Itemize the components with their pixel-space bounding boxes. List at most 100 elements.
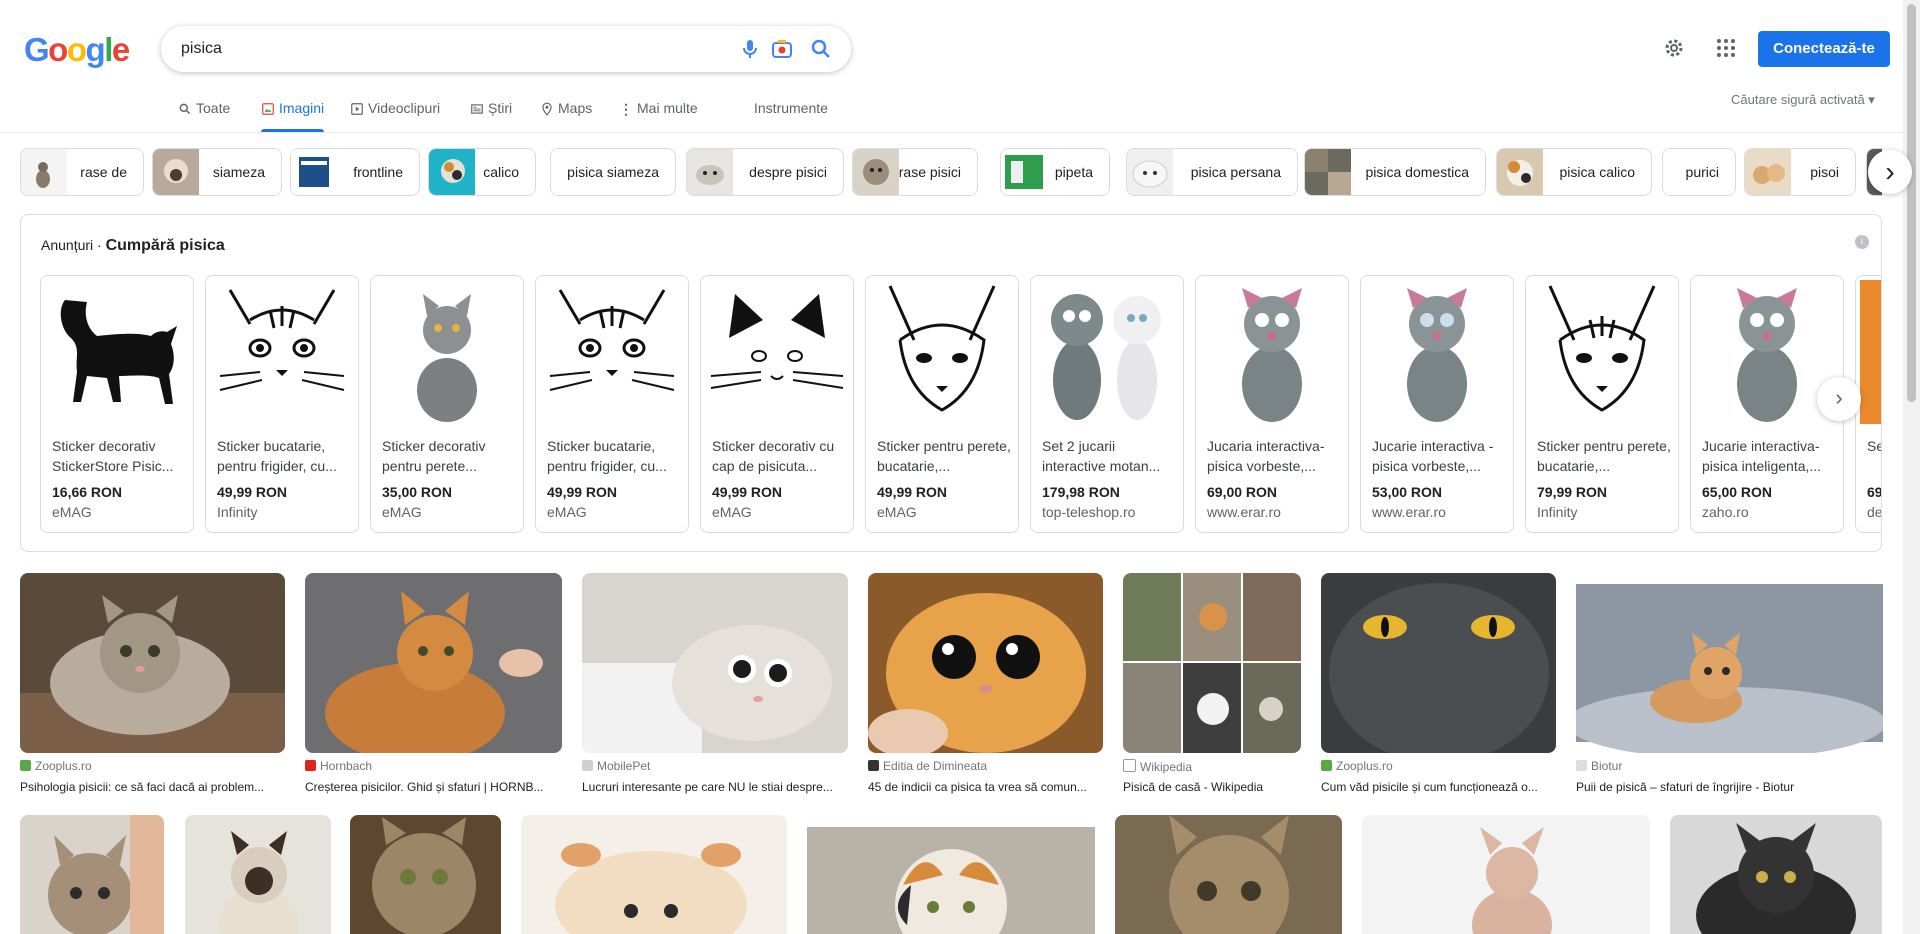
product-card[interactable]: Sticker bucatarie, pentru frigider, cu..… <box>535 275 689 533</box>
search-box[interactable]: pisica <box>161 26 851 72</box>
chip[interactable]: pisica domestica <box>1304 148 1486 196</box>
result-caption[interactable]: Psihologia pisicii: ce să faci dacă ai p… <box>20 780 285 794</box>
chip[interactable]: pisica calico <box>1496 148 1652 196</box>
chip[interactable]: pisoi <box>1744 148 1856 196</box>
product-card[interactable]: Sticker pentru perete, bucatarie,... 49,… <box>865 275 1019 533</box>
product-image <box>870 280 1014 424</box>
result-image <box>305 573 562 753</box>
chip[interactable]: pisica persana <box>1126 148 1298 196</box>
chip[interactable]: purici <box>1662 148 1736 196</box>
apps-grid-icon[interactable] <box>1714 36 1738 60</box>
result-caption[interactable]: Pisică de casă - Wikipedia <box>1123 780 1301 794</box>
tab-maps[interactable]: Maps <box>540 96 592 132</box>
product-price: 69 <box>1867 484 1882 500</box>
product-store: top-teleshop.ro <box>1042 504 1136 520</box>
gear-icon[interactable] <box>1662 36 1686 60</box>
result-caption[interactable]: Cum văd pisicile și cum funcționează o..… <box>1321 780 1556 794</box>
product-card[interactable]: Sticker bucatarie, pentru frigider, cu..… <box>205 275 359 533</box>
microphone-icon[interactable] <box>738 37 762 61</box>
favicon-icon <box>868 760 879 771</box>
product-title: Jucaria interactiva- pisica vorbeste,... <box>1207 438 1325 474</box>
search-input[interactable]: pisica <box>181 26 222 72</box>
tab-videos[interactable]: Videoclipuri <box>350 96 440 132</box>
product-card[interactable]: Sticker decorativ StickerStore Pisic... … <box>40 275 194 533</box>
image-result[interactable] <box>20 815 164 934</box>
chip-thumbnail <box>1745 149 1791 195</box>
ads-next-button[interactable]: › <box>1817 377 1861 421</box>
product-card[interactable]: Sticker decorativ pentru perete... 35,00… <box>370 275 524 533</box>
chip[interactable]: siameza <box>152 148 282 196</box>
result-source[interactable]: Editia de Dimineata <box>868 759 987 773</box>
result-source[interactable]: Zooplus.ro <box>1321 759 1393 773</box>
product-title: Jucarie interactiva- pisica inteligenta,… <box>1702 438 1822 474</box>
product-title: Sticker decorativ pentru perete... <box>382 438 486 474</box>
chip-label: rase pisici <box>898 164 961 180</box>
product-title: Jucarie interactiva - pisica vorbeste,..… <box>1372 438 1494 474</box>
chip[interactable]: pisica siameza <box>550 148 676 196</box>
tab-all[interactable]: Toate <box>178 96 230 132</box>
product-card[interactable]: Set 2 jucarii interactive motan... 179,9… <box>1030 275 1184 533</box>
chip[interactable]: pipeta <box>1000 148 1110 196</box>
product-image <box>1860 280 1881 424</box>
product-title: Se nu... <box>1867 438 1881 454</box>
product-price: 35,00 RON <box>382 484 453 500</box>
chip-label: calico <box>483 164 519 180</box>
product-card[interactable]: Jucarie interactiva - pisica vorbeste,..… <box>1360 275 1514 533</box>
result-source[interactable]: Wikipedia <box>1123 759 1192 774</box>
product-card[interactable]: Sticker pentru perete, bucatarie,... 79,… <box>1525 275 1679 533</box>
product-price: 65,00 RON <box>1702 484 1773 500</box>
chip[interactable]: rase de <box>20 148 144 196</box>
chip-label: purici <box>1685 164 1719 180</box>
ads-header: Anunțuri · Cumpără pisica <box>41 237 225 255</box>
tab-tools[interactable]: Instrumente <box>754 96 828 132</box>
image-result[interactable] <box>521 815 787 934</box>
safe-search-status[interactable]: Căutare sigură activată ▾ <box>1731 92 1875 108</box>
chip-label: pisica persana <box>1190 164 1281 180</box>
chip-thumbnail <box>1127 149 1173 195</box>
image-result[interactable] <box>350 815 501 934</box>
result-source[interactable]: MobilePet <box>582 759 650 773</box>
chip-label: pipeta <box>1054 164 1093 180</box>
chip[interactable]: despre pisici <box>686 148 844 196</box>
image-result[interactable] <box>807 815 1095 934</box>
product-title: Sticker decorativ cu cap de pisicuta... <box>712 438 835 474</box>
page-scrollbar[interactable] <box>1903 0 1920 934</box>
result-caption[interactable]: 45 de indicii ca pisica ta vrea să comun… <box>868 780 1103 794</box>
search-icon[interactable] <box>809 37 833 61</box>
product-card[interactable]: Sticker decorativ cu cap de pisicuta... … <box>700 275 854 533</box>
result-source[interactable]: Zooplus.ro <box>20 759 92 773</box>
tab-label: Maps <box>558 100 593 116</box>
result-caption[interactable]: Creșterea pisicilor. Ghid și sfaturi | H… <box>305 780 562 794</box>
search-icon <box>179 103 191 115</box>
result-caption[interactable]: Puii de pisică – sfaturi de îngrijire - … <box>1576 780 1883 794</box>
video-icon <box>351 103 363 116</box>
result-image <box>582 573 848 753</box>
chip[interactable]: rase pisici <box>852 148 978 196</box>
signin-button[interactable]: Conectează-te <box>1758 31 1890 67</box>
chip[interactable]: frontline <box>290 148 420 196</box>
tab-more[interactable]: ⋮ Mai multe <box>619 96 698 132</box>
tab-label: Toate <box>196 100 231 116</box>
result-source[interactable]: Biotur <box>1576 759 1622 773</box>
chips-next-button[interactable]: › <box>1868 150 1912 194</box>
result-source[interactable]: Hornbach <box>305 759 372 773</box>
chevron-right-icon: › <box>1885 156 1895 187</box>
camera-lens-icon[interactable] <box>770 37 794 61</box>
tab-images[interactable]: Imagini <box>261 96 325 132</box>
chip-label: pisoi <box>1810 164 1839 180</box>
info-icon[interactable]: i <box>1855 235 1869 249</box>
google-logo[interactable]: Google <box>24 30 130 70</box>
image-result[interactable] <box>1670 815 1882 934</box>
image-result[interactable] <box>185 815 331 934</box>
scrollbar-thumb[interactable] <box>1907 4 1916 402</box>
tab-news[interactable]: Știri <box>470 96 512 132</box>
favicon-icon <box>20 760 31 771</box>
news-icon <box>471 104 483 114</box>
result-image <box>20 573 285 753</box>
result-image <box>185 815 331 934</box>
product-card[interactable]: Jucaria interactiva- pisica vorbeste,...… <box>1195 275 1349 533</box>
image-result[interactable] <box>1115 815 1342 934</box>
result-caption[interactable]: Lucruri interesante pe care NU le stiai … <box>582 780 848 794</box>
image-result[interactable] <box>1362 815 1650 934</box>
chip[interactable]: calico <box>428 148 536 196</box>
